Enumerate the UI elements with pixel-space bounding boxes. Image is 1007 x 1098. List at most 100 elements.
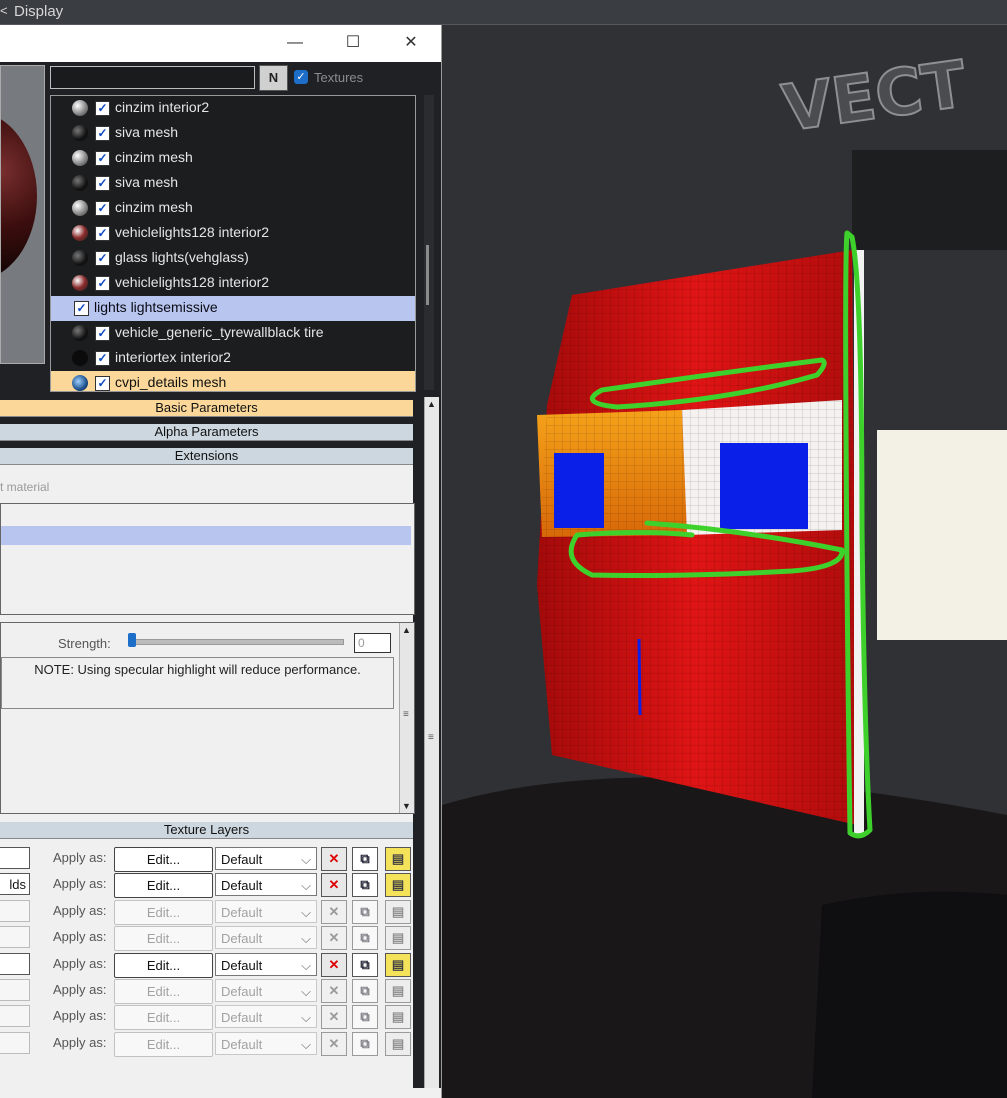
- material-checkbox[interactable]: ✓: [95, 151, 110, 166]
- edit-button[interactable]: Edit...: [114, 899, 213, 925]
- material-item[interactable]: ✓ siva mesh: [51, 171, 415, 196]
- material-checkbox[interactable]: ✓: [95, 226, 110, 241]
- material-item[interactable]: ✓ glass lights(vehglass): [51, 246, 415, 271]
- material-checkbox[interactable]: ✓: [95, 376, 110, 391]
- copy-layer-icon[interactable]: ⧉: [352, 899, 378, 924]
- panel-scrollbar[interactable]: ▲ ≡ ▼: [424, 397, 439, 1098]
- material-checkbox[interactable]: ✓: [95, 276, 110, 291]
- copy-layer-icon[interactable]: ⧉: [352, 873, 378, 898]
- remove-layer-icon[interactable]: ✕: [321, 979, 347, 1003]
- apply-as-label: Apply as:: [53, 1034, 107, 1050]
- rollout-texture-layers[interactable]: Texture Layers: [0, 822, 413, 839]
- apply-mode-select[interactable]: Default ⌵: [215, 952, 317, 976]
- material-checkbox[interactable]: ✓: [95, 326, 110, 341]
- textures-checkbox[interactable]: ✓: [294, 70, 308, 84]
- back-arrow-icon[interactable]: <: [0, 3, 8, 18]
- strength-input[interactable]: 0: [354, 633, 391, 653]
- scroll-up-icon[interactable]: ▲: [402, 625, 411, 635]
- apply-mode-select[interactable]: Default ⌵: [215, 1031, 317, 1055]
- panel-scroll-up-icon[interactable]: ▲: [427, 399, 436, 409]
- remove-layer-icon[interactable]: ✕: [321, 873, 347, 898]
- edit-button[interactable]: Edit...: [114, 873, 213, 899]
- material-checkbox[interactable]: ✓: [95, 351, 110, 366]
- material-item[interactable]: ✓ cinzim interior2: [51, 96, 415, 121]
- material-checkbox[interactable]: ✓: [95, 251, 110, 266]
- copy-layer-icon[interactable]: ⧉: [352, 952, 378, 977]
- texture-name-input[interactable]: [0, 979, 30, 1001]
- paste-layer-icon[interactable]: ▤: [385, 873, 411, 898]
- specular-scrollbar[interactable]: ▲ ≡ ▼: [399, 623, 414, 813]
- material-checkbox[interactable]: ✓: [95, 201, 110, 216]
- texture-name-input[interactable]: [0, 1005, 30, 1028]
- texture-name-input[interactable]: [0, 899, 30, 922]
- material-item[interactable]: ✓ vehiclelights128 interior2: [51, 271, 415, 296]
- texture-name-input[interactable]: [0, 847, 30, 869]
- edit-button[interactable]: Edit...: [114, 952, 213, 978]
- paste-layer-icon[interactable]: ▤: [385, 899, 411, 924]
- remove-layer-icon[interactable]: ✕: [321, 899, 347, 924]
- apply-mode-select[interactable]: Default ⌵: [215, 926, 317, 950]
- paste-layer-icon[interactable]: ▤: [385, 952, 411, 977]
- remove-layer-icon[interactable]: ✕: [321, 847, 347, 871]
- edit-button[interactable]: Edit...: [114, 1031, 213, 1057]
- texture-name-input[interactable]: lds: [0, 873, 30, 896]
- texture-name-input[interactable]: [0, 1031, 30, 1054]
- material-item[interactable]: ✓ vehicle_generic_tyrewallblack tire: [51, 321, 415, 346]
- copy-layer-icon[interactable]: ⧉: [352, 926, 378, 951]
- paste-layer-icon[interactable]: ▤: [385, 979, 411, 1003]
- apply-mode-select[interactable]: Default ⌵: [215, 979, 317, 1002]
- material-checkbox[interactable]: ✓: [74, 301, 89, 316]
- strength-slider-track[interactable]: [128, 639, 344, 645]
- panel-scroll-grip-icon[interactable]: ≡: [428, 732, 434, 743]
- strength-value: 0: [358, 636, 365, 650]
- edit-button[interactable]: Edit...: [114, 926, 213, 952]
- remove-layer-icon[interactable]: ✕: [321, 1005, 347, 1030]
- 3d-viewport[interactable]: VECT: [442, 25, 1007, 1098]
- material-ball-icon: [72, 125, 88, 141]
- remove-layer-icon[interactable]: ✕: [321, 952, 347, 977]
- paste-layer-icon[interactable]: ▤: [385, 847, 411, 871]
- edit-button[interactable]: Edit...: [114, 847, 213, 872]
- apply-mode-select[interactable]: Default ⌵: [215, 847, 317, 870]
- remove-layer-icon[interactable]: ✕: [321, 1031, 347, 1056]
- apply-mode-select[interactable]: Default ⌵: [215, 873, 317, 897]
- material-list-scrollbar[interactable]: [424, 95, 434, 390]
- maximize-button[interactable]: ☐: [333, 29, 373, 57]
- scrollbar-thumb[interactable]: [426, 245, 429, 305]
- material-item[interactable]: ✓ cinzim mesh: [51, 196, 415, 221]
- scroll-grip-icon[interactable]: ≡: [403, 709, 409, 720]
- edit-button[interactable]: Edit...: [114, 1005, 213, 1031]
- material-item[interactable]: ✓ cinzim mesh: [51, 146, 415, 171]
- rollout-basic-parameters[interactable]: Basic Parameters: [0, 400, 413, 417]
- close-button[interactable]: ✕: [391, 29, 431, 57]
- material-checkbox[interactable]: ✓: [95, 176, 110, 191]
- material-item[interactable]: ✓ interiortex interior2: [51, 346, 415, 371]
- rollout-extensions[interactable]: Extensions: [0, 448, 413, 465]
- material-item[interactable]: ✓ siva mesh: [51, 121, 415, 146]
- material-item[interactable]: ✓ cvpi_details mesh: [51, 371, 415, 391]
- material-checkbox[interactable]: ✓: [95, 126, 110, 141]
- search-button[interactable]: N: [259, 65, 288, 91]
- remove-layer-icon[interactable]: ✕: [321, 926, 347, 951]
- paste-layer-icon[interactable]: ▤: [385, 1031, 411, 1056]
- texture-name-input[interactable]: [0, 952, 30, 975]
- scroll-down-icon[interactable]: ▼: [402, 801, 411, 811]
- extensions-selected-row[interactable]: [1, 526, 411, 545]
- minimize-button[interactable]: —: [275, 29, 315, 57]
- copy-layer-icon[interactable]: ⧉: [352, 847, 378, 871]
- apply-mode-select[interactable]: Default ⌵: [215, 899, 317, 923]
- strength-slider-thumb[interactable]: [128, 633, 136, 647]
- copy-layer-icon[interactable]: ⧉: [352, 1005, 378, 1030]
- edit-button[interactable]: Edit...: [114, 979, 213, 1004]
- texture-name-input[interactable]: [0, 926, 30, 949]
- copy-layer-icon[interactable]: ⧉: [352, 979, 378, 1003]
- copy-layer-icon[interactable]: ⧉: [352, 1031, 378, 1056]
- rollout-alpha-parameters[interactable]: Alpha Parameters: [0, 424, 413, 441]
- material-item[interactable]: ✓ lights lightsemissive: [51, 296, 415, 321]
- material-item[interactable]: ✓ vehiclelights128 interior2: [51, 221, 415, 246]
- paste-layer-icon[interactable]: ▤: [385, 1005, 411, 1030]
- material-checkbox[interactable]: ✓: [95, 101, 110, 116]
- apply-mode-select[interactable]: Default ⌵: [215, 1005, 317, 1029]
- search-input[interactable]: [50, 66, 255, 89]
- paste-layer-icon[interactable]: ▤: [385, 926, 411, 951]
